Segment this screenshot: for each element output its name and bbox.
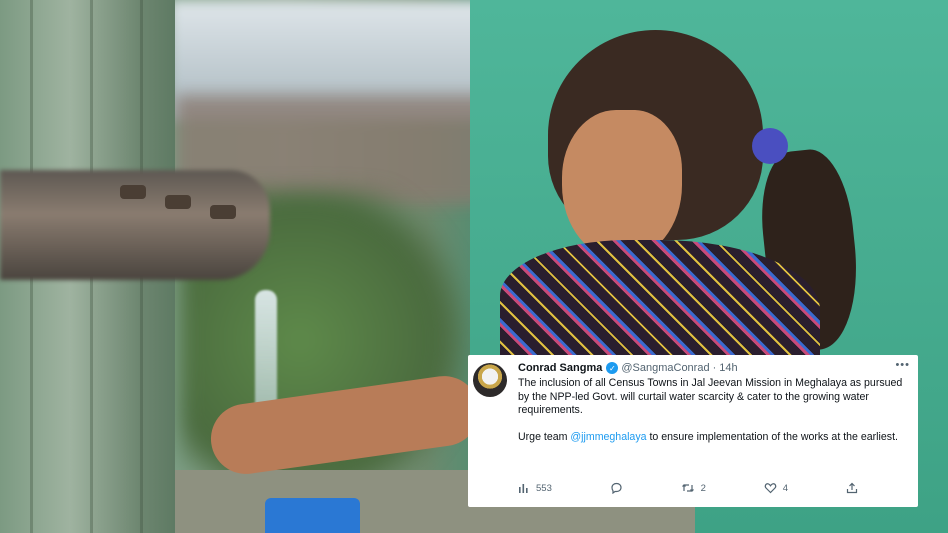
author-handle[interactable]: @SangmaConrad — [621, 362, 709, 374]
views-button[interactable]: 553 — [518, 482, 552, 494]
retweet-button[interactable]: 2 — [681, 482, 706, 494]
tweet-text-suffix: to ensure implementation of the works at… — [646, 430, 898, 443]
author-name[interactable]: Conrad Sangma — [518, 362, 602, 374]
share-icon — [846, 482, 858, 494]
tweet-card[interactable]: Conrad Sangma ✓ @SangmaConrad · 14h ••• … — [468, 355, 918, 507]
tweet-text-prefix: Urge team — [518, 430, 571, 443]
blue-cup — [265, 498, 360, 533]
like-count: 4 — [782, 482, 789, 494]
girl-face — [562, 110, 682, 260]
hair-scrunchie — [752, 128, 788, 164]
reply-button[interactable] — [610, 482, 623, 494]
heart-icon — [764, 483, 777, 494]
share-button[interactable] — [846, 482, 858, 494]
tweet-header: Conrad Sangma ✓ @SangmaConrad · 14h ••• — [518, 359, 910, 377]
tweet-text: The inclusion of all Census Towns in Jal… — [518, 377, 910, 457]
views-count: 553 — [536, 482, 552, 494]
separator-dot: · — [712, 362, 717, 374]
retweet-icon — [681, 484, 694, 492]
like-button[interactable]: 4 — [764, 482, 788, 494]
tweet-time[interactable]: 14h — [719, 362, 737, 374]
faucet-handle — [210, 205, 236, 219]
verified-badge-icon: ✓ — [606, 362, 619, 374]
faucet-handle — [165, 195, 191, 209]
faucet-handle — [120, 185, 146, 199]
author-avatar[interactable] — [473, 363, 507, 397]
reply-icon — [611, 482, 622, 494]
mention-link[interactable]: @jjmmeghalaya — [570, 431, 646, 443]
tweet-actions: 553 2 4 — [518, 481, 858, 495]
bar-chart-icon — [519, 484, 528, 493]
retweet-count: 2 — [700, 482, 706, 494]
more-options-icon[interactable]: ••• — [895, 359, 910, 371]
tweet-paragraph-1: The inclusion of all Census Towns in Jal… — [518, 377, 903, 417]
tweet-paragraph-2: Urge team @jjmmeghalaya to ensure implem… — [518, 431, 910, 445]
